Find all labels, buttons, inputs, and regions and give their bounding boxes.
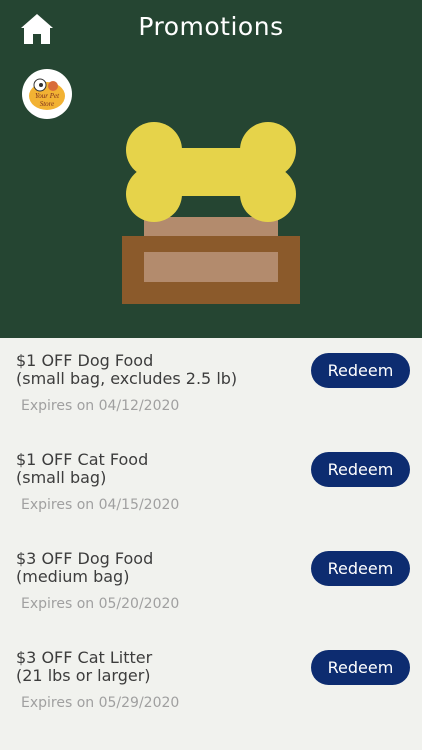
promotion-expiry: Expires on 04/15/2020 bbox=[21, 497, 180, 513]
promotion-title: $1 OFF Dog Food (small bag, excludes 2.5… bbox=[16, 351, 238, 388]
promotions-list: $1 OFF Dog Food (small bag, excludes 2.5… bbox=[0, 338, 422, 734]
redeem-button[interactable]: Redeem bbox=[311, 452, 410, 487]
svg-text:Your Pet: Your Pet bbox=[35, 92, 60, 100]
promotion-item: $3 OFF Cat Litter (21 lbs or larger) Exp… bbox=[0, 635, 422, 734]
promotion-item: $1 OFF Dog Food (small bag, excludes 2.5… bbox=[0, 338, 422, 437]
promotion-expiry: Expires on 04/12/2020 bbox=[21, 398, 180, 414]
svg-text:Store: Store bbox=[40, 100, 55, 108]
redeem-button[interactable]: Redeem bbox=[311, 551, 410, 586]
promotion-expiry: Expires on 05/20/2020 bbox=[21, 596, 180, 612]
promotion-title: $1 OFF Cat Food (small bag) bbox=[16, 450, 149, 487]
promotion-title: $3 OFF Cat Litter (21 lbs or larger) bbox=[16, 648, 153, 685]
page-title: Promotions bbox=[138, 12, 284, 41]
hero-bone-box-image bbox=[122, 122, 300, 304]
promotion-expiry: Expires on 05/29/2020 bbox=[21, 695, 180, 711]
promotion-title: $3 OFF Dog Food (medium bag) bbox=[16, 549, 154, 586]
store-logo[interactable]: Your Pet Store bbox=[22, 69, 72, 119]
header: Promotions Your Pet Store bbox=[0, 0, 422, 338]
redeem-button[interactable]: Redeem bbox=[311, 650, 410, 685]
redeem-button[interactable]: Redeem bbox=[311, 353, 410, 388]
promotion-item: $1 OFF Cat Food (small bag) Expires on 0… bbox=[0, 437, 422, 536]
promotion-item: $3 OFF Dog Food (medium bag) Expires on … bbox=[0, 536, 422, 635]
